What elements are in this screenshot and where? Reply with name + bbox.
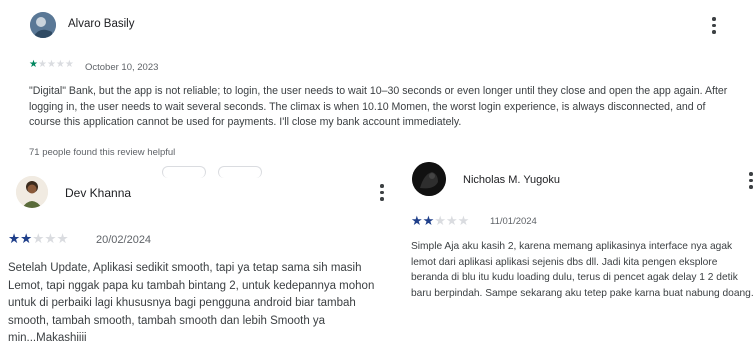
star-empty-icon: ★	[55, 59, 65, 70]
star-empty-icon: ★	[46, 59, 56, 70]
star-filled-icon: ★	[422, 213, 435, 228]
star-rating: ★ ★ ★ ★ ★	[29, 60, 74, 70]
star-rating: ★ ★ ★ ★ ★	[8, 232, 69, 246]
author-name: Nicholas M. Yugoku	[463, 174, 561, 186]
star-empty-icon: ★	[457, 213, 470, 228]
author-name: Alvaro Basily	[68, 18, 135, 30]
star-empty-icon: ★	[56, 231, 69, 246]
dot-icon	[380, 197, 384, 201]
more-options-button[interactable]	[744, 172, 756, 189]
star-empty-icon: ★	[64, 59, 74, 70]
star-empty-icon: ★	[434, 213, 446, 228]
review-date: October 10, 2023	[85, 62, 159, 73]
dot-icon	[712, 17, 716, 21]
dot-icon	[712, 30, 716, 34]
star-filled-icon: ★	[20, 231, 33, 246]
review-date: 11/01/2024	[490, 216, 537, 227]
review-date: 20/02/2024	[96, 234, 152, 246]
review-text: "Digital" Bank, but the app is not relia…	[29, 85, 728, 128]
avatar	[412, 162, 446, 196]
more-options-button[interactable]	[375, 184, 389, 201]
star-rating: ★ ★ ★ ★ ★	[411, 214, 469, 227]
avatar	[16, 176, 48, 208]
dot-icon	[712, 23, 716, 27]
author-name: Dev Khanna	[65, 186, 132, 200]
star-empty-icon: ★	[32, 231, 45, 246]
star-filled-icon: ★	[29, 59, 38, 70]
star-empty-icon: ★	[37, 59, 47, 70]
star-empty-icon: ★	[44, 231, 57, 246]
helpful-no-button[interactable]	[218, 166, 262, 178]
star-empty-icon: ★	[445, 213, 458, 228]
avatar	[30, 12, 56, 38]
dot-icon	[749, 185, 753, 189]
review-text: Simple Aja aku kasih 2, karena memang ap…	[411, 241, 754, 300]
dot-icon	[380, 190, 384, 194]
helpful-yes-button[interactable]	[162, 166, 206, 178]
dot-icon	[749, 178, 753, 182]
more-options-button[interactable]	[707, 17, 721, 34]
star-filled-icon: ★	[411, 213, 423, 228]
star-filled-icon: ★	[8, 231, 21, 246]
review-text: Setelah Update, Aplikasi sedikit smooth,…	[8, 262, 375, 345]
dot-icon	[380, 184, 384, 188]
dot-icon	[749, 172, 753, 176]
helpful-count: 71 people found this review helpful	[29, 147, 176, 158]
